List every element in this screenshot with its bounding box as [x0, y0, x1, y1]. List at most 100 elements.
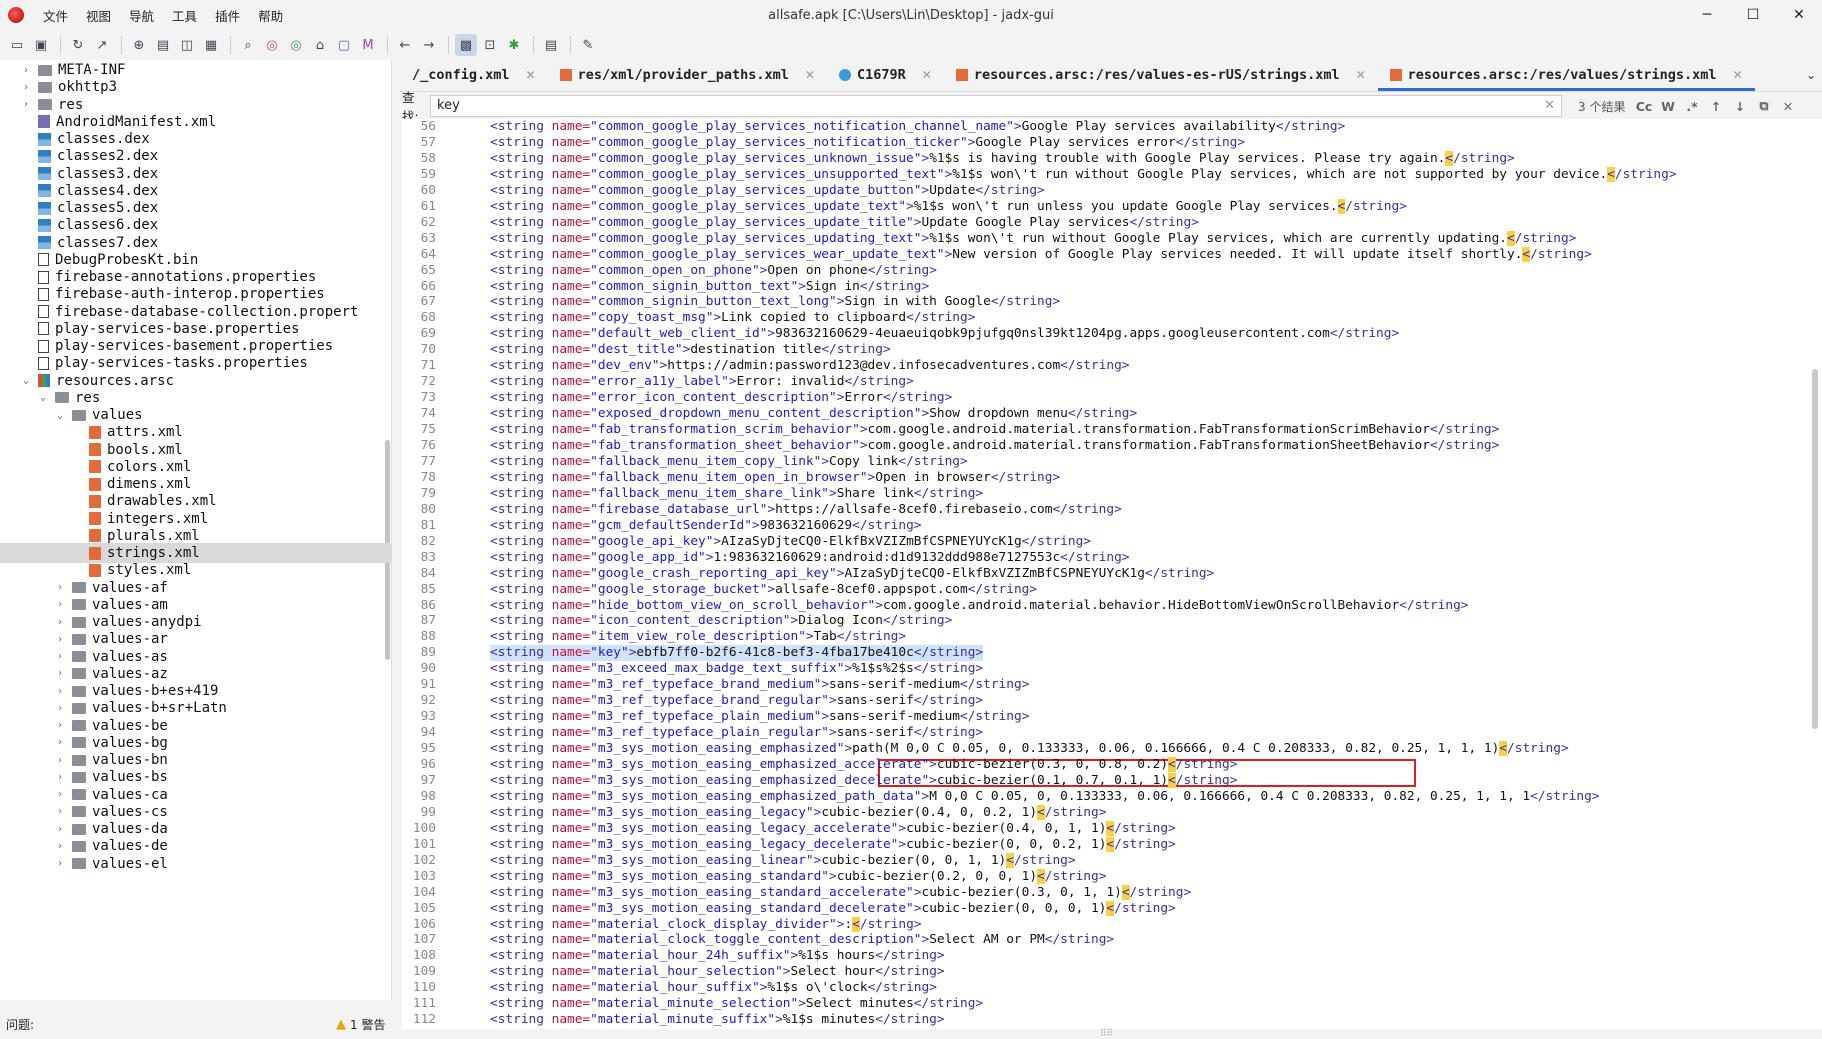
- menu-item-0[interactable]: 文件: [34, 6, 77, 25]
- open-icon[interactable]: ▭: [6, 34, 28, 56]
- chevron-right-icon[interactable]: ›: [54, 634, 66, 645]
- xml-tag: <string: [490, 629, 552, 645]
- forward-icon[interactable]: →: [418, 34, 440, 56]
- xml-attr-value: "m3_sys_motion_easing_linear": [590, 852, 814, 868]
- match-case-toggle[interactable]: Cc: [1632, 99, 1656, 114]
- string-value: %1$s%2$s: [852, 661, 914, 677]
- minimize-button[interactable]: ─: [1684, 0, 1730, 30]
- xml-tag: <string: [490, 342, 552, 358]
- class-icon: [839, 69, 851, 81]
- tabs-dropdown-icon[interactable]: ⌄: [1806, 68, 1816, 82]
- log-icon[interactable]: ▢: [333, 34, 355, 56]
- chevron-right-icon[interactable]: ›: [54, 737, 66, 748]
- close-find-button[interactable]: ✕: [1776, 99, 1800, 114]
- xml-icon: [1389, 69, 1402, 81]
- xml-attr-value: "common_signin_button_text_long": [590, 294, 837, 310]
- chevron-right-icon[interactable]: ›: [54, 651, 66, 662]
- home-icon[interactable]: ⌂: [309, 34, 331, 56]
- code-text: <string name="material_minute_suffix">%1…: [490, 1012, 945, 1028]
- string-value: cubic-bezier(0, 0, 0.2, 1): [906, 836, 1107, 852]
- chevron-right-icon[interactable]: ›: [54, 755, 66, 766]
- back-icon[interactable]: ←: [394, 34, 416, 56]
- regex-toggle[interactable]: .*: [1680, 99, 1704, 114]
- chevron-right-icon[interactable]: ›: [54, 703, 66, 714]
- xml-tag: >: [929, 772, 937, 788]
- close-tab-icon[interactable]: ✕: [1733, 68, 1743, 82]
- chevron-right-icon[interactable]: ›: [20, 99, 32, 110]
- deobf-icon[interactable]: ◫: [176, 34, 198, 56]
- xml-tag: <string: [490, 709, 552, 725]
- search-usage-icon[interactable]: ◎: [285, 34, 307, 56]
- tree-item[interactable]: › values-el: [0, 854, 391, 874]
- menu-item-4[interactable]: 插件: [206, 6, 249, 25]
- chevron-right-icon[interactable]: ›: [54, 841, 66, 852]
- xml-icon: [955, 69, 968, 81]
- chevron-right-icon[interactable]: ›: [54, 772, 66, 783]
- close-tab-icon[interactable]: ✕: [526, 68, 536, 82]
- chevron-right-icon[interactable]: ›: [54, 824, 66, 835]
- chevron-right-icon[interactable]: ›: [54, 720, 66, 731]
- maximize-button[interactable]: ☐: [1730, 0, 1776, 30]
- chevron-right-icon[interactable]: ›: [54, 806, 66, 817]
- export-icon[interactable]: ↗: [91, 34, 113, 56]
- select-all-results-button[interactable]: ⧉: [1752, 98, 1776, 114]
- quark-icon[interactable]: ▩: [455, 34, 477, 56]
- chevron-right-icon[interactable]: ›: [54, 858, 66, 869]
- code-line: 91 <string name="m3_ref_typeface_brand_me…: [402, 677, 1822, 693]
- code-line: 88 <string name="item_view_role_descripti…: [402, 629, 1822, 645]
- chevron-right-icon[interactable]: ›: [20, 82, 32, 93]
- find-input[interactable]: key ✕: [430, 95, 1562, 117]
- file-icon: [38, 322, 49, 336]
- close-window-button[interactable]: ✕: [1776, 0, 1822, 30]
- preview-icon[interactable]: ⊡: [479, 34, 501, 56]
- menu-item-2[interactable]: 导航: [120, 6, 163, 25]
- editor-tab[interactable]: resources.arsc:/res/values/strings.xml ✕: [1377, 59, 1755, 91]
- chevron-down-icon[interactable]: ⌄: [37, 392, 49, 403]
- whole-word-toggle[interactable]: W: [1656, 99, 1680, 114]
- resize-grip[interactable]: ⠿⠿: [1100, 1029, 1120, 1039]
- xml-attr-name: name=: [551, 198, 591, 214]
- close-tab-icon[interactable]: ✕: [1356, 68, 1366, 82]
- chevron-right-icon[interactable]: ›: [54, 599, 66, 610]
- table-icon[interactable]: ▦: [200, 34, 222, 56]
- search-icon[interactable]: ⌕: [237, 34, 259, 56]
- search-class-icon[interactable]: ◎: [261, 34, 283, 56]
- xml-attr-value: "material_minute_suffix": [590, 1012, 776, 1028]
- sync-icon[interactable]: ⊕: [128, 34, 150, 56]
- string-value: New version of Google Play services need…: [952, 246, 1523, 262]
- code-editor[interactable]: 56 <string name="common_google_play_servi…: [402, 119, 1822, 1029]
- next-result-button[interactable]: ↓: [1728, 99, 1752, 114]
- flatten-icon[interactable]: ▤: [152, 34, 174, 56]
- search-highlight: <: [1168, 772, 1176, 788]
- chevron-right-icon[interactable]: ›: [54, 668, 66, 679]
- chevron-right-icon[interactable]: ›: [54, 686, 66, 697]
- menu-item-3[interactable]: 工具: [163, 6, 206, 25]
- menu-item-1[interactable]: 视图: [77, 6, 120, 25]
- editor-tab[interactable]: C1679R ✕: [827, 59, 944, 91]
- close-tab-icon[interactable]: ✕: [922, 68, 932, 82]
- debug-icon[interactable]: ✱: [503, 34, 525, 56]
- previous-result-button[interactable]: ↑: [1704, 99, 1728, 114]
- settings-icon[interactable]: ✎: [577, 34, 599, 56]
- string-value: cubic-bezier(0, 0, 0, 1): [921, 900, 1107, 916]
- save-all-icon[interactable]: ▣: [30, 34, 52, 56]
- chevron-right-icon[interactable]: ›: [54, 617, 66, 628]
- find-input-value: key: [437, 98, 460, 113]
- reload-icon[interactable]: ↻: [67, 34, 89, 56]
- editor-tab[interactable]: res/xml/provider_paths.xml ✕: [548, 59, 827, 91]
- clear-find-icon[interactable]: ✕: [1544, 98, 1555, 113]
- chevron-right-icon[interactable]: ›: [54, 582, 66, 593]
- xml-attr-name: name=: [551, 725, 591, 741]
- warnings-indicator[interactable]: ▲ 1 警告: [336, 1010, 385, 1039]
- chevron-down-icon[interactable]: ⌄: [54, 410, 66, 421]
- log-viewer-icon[interactable]: ▤: [540, 34, 562, 56]
- menu-item-5[interactable]: 帮助: [249, 6, 292, 25]
- close-tab-icon[interactable]: ✕: [805, 68, 815, 82]
- editor-tab[interactable]: resources.arsc:/res/values-es-rUS/string…: [944, 59, 1378, 91]
- warning-icon: ▲: [336, 1017, 346, 1032]
- tree-item-label: values-anydpi: [92, 614, 202, 630]
- chevron-right-icon[interactable]: ›: [54, 789, 66, 800]
- mode-icon[interactable]: M: [357, 34, 379, 56]
- chevron-down-icon[interactable]: ⌄: [20, 375, 32, 386]
- chevron-right-icon[interactable]: ›: [20, 65, 32, 76]
